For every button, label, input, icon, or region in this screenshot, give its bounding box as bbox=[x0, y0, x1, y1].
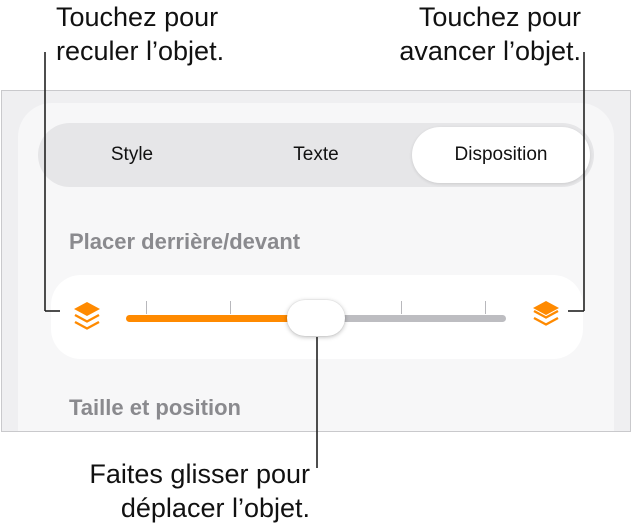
callout-line: déplacer l’objet. bbox=[120, 493, 310, 523]
callout-line: Faites glisser pour bbox=[89, 459, 310, 489]
callout-leader-lines bbox=[44, 52, 585, 468]
callout-drag-slider: Faites glisser pour déplacer l’objet. bbox=[0, 457, 310, 525]
